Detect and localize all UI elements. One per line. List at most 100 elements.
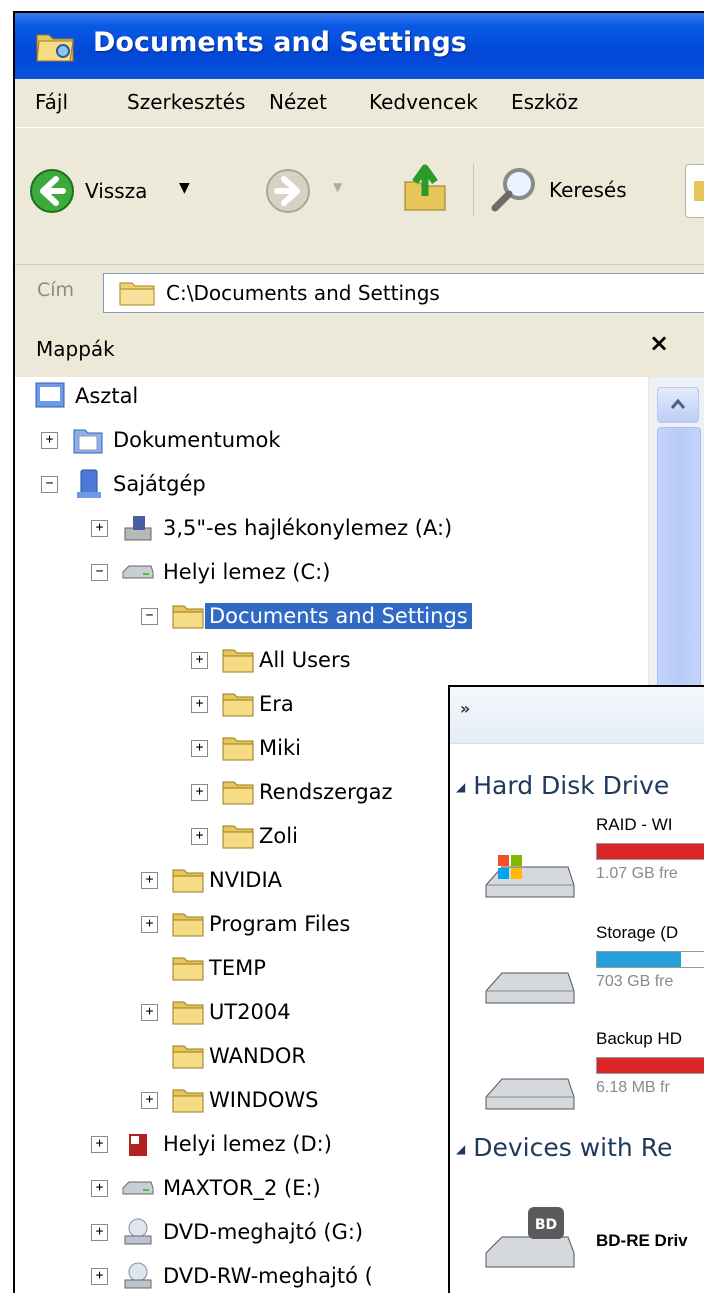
group-header-removable[interactable]: ◢ Devices with Re	[450, 1133, 672, 1162]
address-label: Cím	[37, 279, 75, 301]
free-space: 6.18 MB fr	[596, 1079, 670, 1096]
folder-explore-icon	[36, 34, 74, 62]
open-folder-icon	[172, 605, 204, 629]
tree-label: Era	[259, 692, 294, 716]
menu-tools[interactable]: Eszköz	[511, 90, 578, 114]
expand-toggle[interactable]: +	[191, 828, 208, 845]
computer-icon	[77, 469, 101, 498]
address-input[interactable]: C:\Documents and Settings	[103, 273, 704, 313]
tree-label: DVD-meghajtó (G:)	[163, 1220, 364, 1244]
hard-drive-icon	[122, 565, 154, 579]
folder-icon	[172, 869, 204, 893]
tree-label: Helyi lemez (C:)	[163, 560, 331, 584]
search-icon	[491, 168, 535, 212]
hard-drive-icon	[485, 972, 575, 1004]
search-label: Keresés	[549, 178, 627, 202]
documents-folder-icon	[73, 429, 103, 454]
tree-label: DVD-RW-meghajtó (	[163, 1264, 373, 1288]
expand-toggle[interactable]: +	[91, 1224, 108, 1241]
tree-label: Asztal	[75, 384, 139, 408]
folder-icon	[172, 1001, 204, 1025]
scroll-up-button[interactable]	[657, 387, 699, 423]
free-space: 1.07 GB fre	[596, 865, 678, 882]
expand-toggle[interactable]: +	[191, 740, 208, 757]
tree-label: TEMP	[209, 956, 266, 980]
folder-icon	[222, 693, 254, 717]
panel-toolbar: »	[450, 687, 704, 744]
back-label: Vissza	[85, 179, 148, 203]
tree-label: MAXTOR_2 (E:)	[163, 1176, 321, 1200]
back-dropdown-icon[interactable]: ▼	[179, 180, 190, 196]
search-button[interactable]: Keresés	[489, 164, 679, 218]
expand-toggle[interactable]: −	[141, 608, 158, 625]
title-bar[interactable]: Documents and Settings	[15, 13, 704, 79]
tree-label: Rendszergaz	[259, 780, 393, 804]
expand-toggle[interactable]: +	[191, 652, 208, 669]
bd-badge: BD	[535, 1217, 557, 1233]
back-button[interactable]: Vissza ▼	[29, 168, 259, 218]
tree-label: Sajátgép	[113, 472, 206, 496]
folders-pane-title: Mappák	[36, 337, 115, 361]
usage-bar	[596, 951, 704, 968]
windows-drive-icon	[485, 855, 575, 898]
folders-toggle-button[interactable]	[685, 164, 704, 218]
address-bar: Cím C:\Documents and Settings	[15, 264, 704, 322]
computer-drives-panel: » ◢ Hard Disk Drive RAID - WI 1.07 GB fre…	[448, 685, 704, 1293]
folder-icon	[172, 1089, 204, 1113]
tree-label: 3,5"-es hajlékonylemez (A:)	[163, 516, 453, 540]
folder-icon	[222, 825, 254, 849]
folders-pane-header: Mappák ×	[15, 321, 704, 377]
chevron-up-icon	[670, 398, 686, 409]
bluray-drive-icon: BD	[485, 1207, 575, 1268]
drive-name: BD-RE Driv	[596, 1231, 688, 1250]
usage-bar	[596, 843, 704, 860]
tree-label: Program Files	[209, 912, 351, 936]
drive-name: RAID - WI	[596, 815, 673, 834]
expand-toggle[interactable]: +	[41, 432, 58, 449]
group-title: Hard Disk Drive	[473, 771, 670, 800]
menu-edit[interactable]: Szerkesztés	[127, 90, 245, 114]
window-title: Documents and Settings	[93, 27, 467, 58]
expand-toggle[interactable]: +	[141, 1092, 158, 1109]
folders-toggle-icon	[694, 181, 704, 201]
menu-file[interactable]: Fájl	[35, 90, 68, 114]
forward-arrow-icon[interactable]	[265, 168, 311, 214]
toolbar-separator	[473, 164, 474, 216]
menu-favorites[interactable]: Kedvencek	[369, 90, 478, 114]
expand-toggle[interactable]: +	[141, 916, 158, 933]
expand-toggle[interactable]: +	[91, 520, 108, 537]
menu-view[interactable]: Nézet	[269, 90, 327, 114]
expand-toggle[interactable]: +	[91, 1268, 108, 1285]
close-pane-button[interactable]: ×	[649, 329, 669, 357]
folder-icon	[172, 1045, 204, 1069]
hard-drive-icon	[485, 1078, 575, 1110]
expand-toggle[interactable]: +	[91, 1136, 108, 1153]
expand-toggle[interactable]: +	[141, 872, 158, 889]
group-title: Devices with Re	[473, 1133, 673, 1162]
free-space: 703 GB fre	[596, 973, 674, 990]
tree-label: WANDOR	[209, 1044, 306, 1068]
expand-toggle[interactable]: +	[141, 1004, 158, 1021]
expand-toggle[interactable]: −	[91, 564, 108, 581]
expand-toggle[interactable]: +	[191, 696, 208, 713]
folder-up-icon[interactable]	[401, 162, 449, 214]
folder-icon	[119, 282, 155, 306]
dvd-drive-icon	[124, 1218, 152, 1245]
expand-toggle[interactable]: −	[41, 476, 58, 493]
back-arrow-icon	[30, 169, 74, 213]
group-header-hard-disk[interactable]: ◢ Hard Disk Drive	[450, 771, 669, 800]
collapse-triangle-icon: ◢	[456, 780, 466, 794]
menu-bar: Fájl Szerkesztés Nézet Kedvencek Eszköz	[15, 79, 704, 128]
forward-dropdown-icon[interactable]: ▼	[333, 180, 342, 194]
tree-label: Miki	[259, 736, 301, 760]
collapse-triangle-icon: ◢	[456, 1142, 466, 1156]
dvd-rw-drive-icon	[124, 1262, 152, 1289]
folder-icon	[172, 957, 204, 981]
tree-label: Zoli	[259, 824, 298, 848]
expand-toggle[interactable]: +	[91, 1180, 108, 1197]
tree-label: WINDOWS	[209, 1088, 319, 1112]
usage-bar	[596, 1057, 704, 1074]
desktop-icon	[35, 382, 65, 408]
more-chevron[interactable]: »	[460, 699, 470, 718]
expand-toggle[interactable]: +	[191, 784, 208, 801]
